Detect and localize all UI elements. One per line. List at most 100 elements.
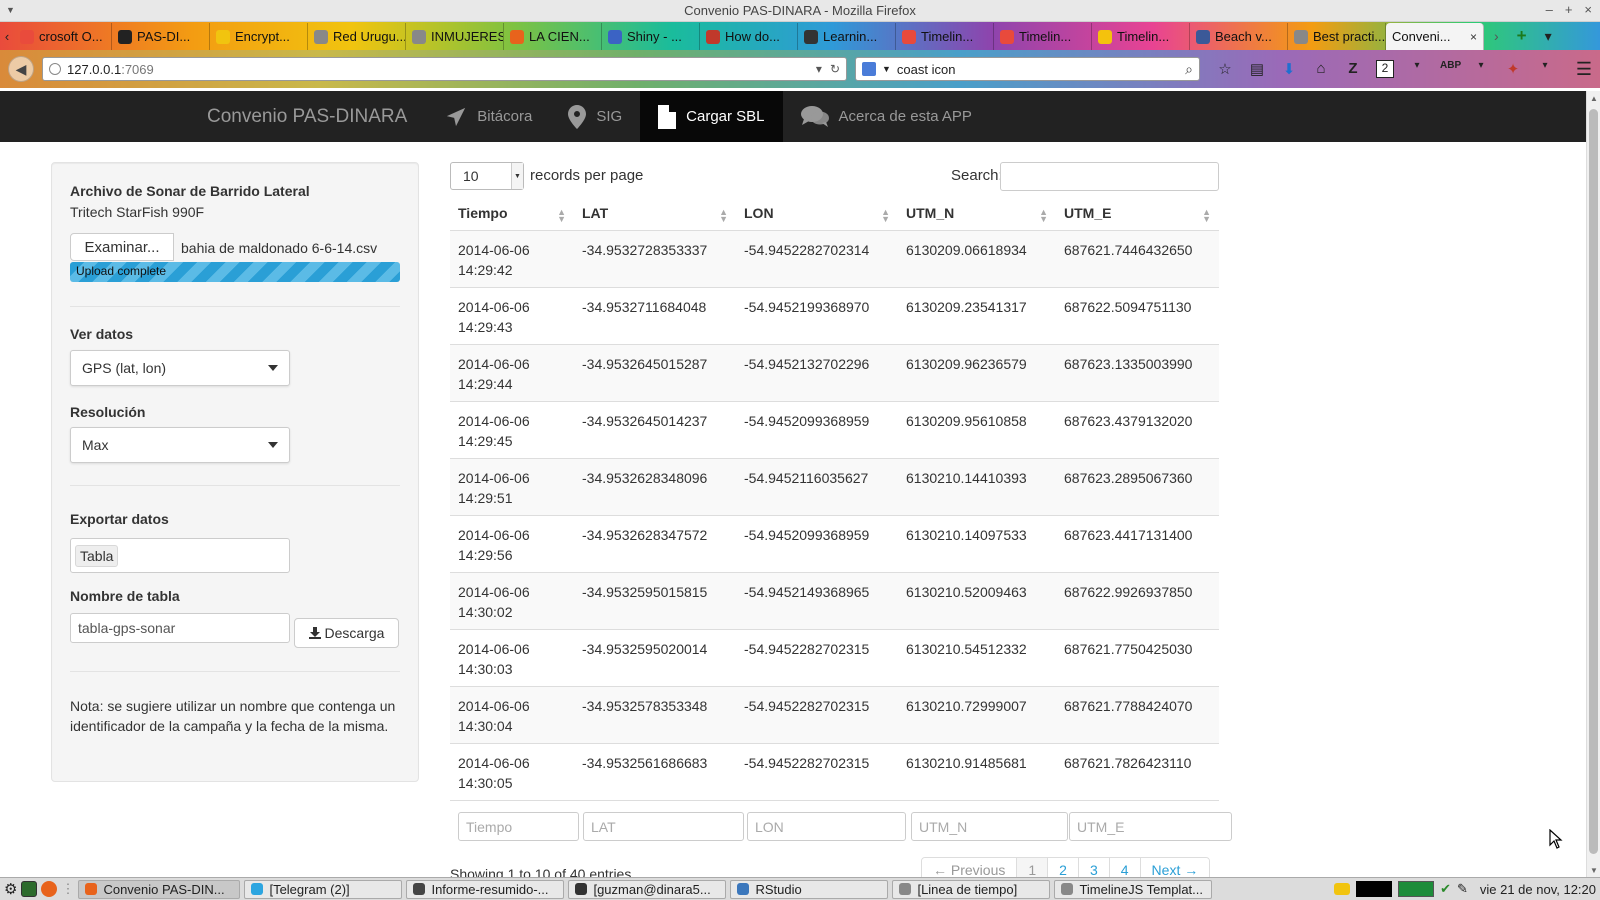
zotero-icon[interactable]: Z — [1344, 60, 1362, 78]
tab-active[interactable]: Conveni... × — [1386, 23, 1484, 50]
browser-tab[interactable]: Timelin... — [896, 23, 994, 50]
table-row[interactable]: 2014-06-06 14:30:04 -34.9532578353348 -54.… — [450, 686, 1219, 744]
column-header[interactable]: Tiempo ▲ ▼ — [450, 197, 574, 231]
column-filter-input[interactable]: Tiempo — [458, 812, 579, 841]
search-engine-dropdown-icon[interactable]: ▼ — [882, 64, 891, 74]
search-icon[interactable]: ⌕ — [1185, 61, 1193, 78]
address-bar[interactable]: 127.0.0.1:7069 ▾ ↻ — [42, 57, 847, 81]
taskbar-task[interactable]: TimelineJS Templat... — [1054, 879, 1213, 899]
tabs-scroll-left-icon[interactable]: ‹ — [0, 22, 14, 50]
tab-favicon-icon — [1196, 29, 1210, 44]
browser-tab[interactable]: LA CIEN... — [504, 23, 602, 50]
table-row[interactable]: 2014-06-06 14:29:43 -34.9532711684048 -54.… — [450, 287, 1219, 345]
browser-tab[interactable]: Best practi... — [1288, 23, 1386, 50]
table-cell: -54.9452099368959 — [736, 401, 898, 459]
taskbar-task[interactable]: Informe-resumido-... — [406, 879, 565, 899]
checkmark-tray-icon[interactable]: ✔ — [1440, 881, 1451, 897]
browser-tab[interactable]: How do... — [700, 23, 798, 50]
back-button[interactable]: ◀ — [8, 56, 34, 82]
search-bar[interactable]: ▼ coast icon ⌕ — [855, 57, 1200, 81]
pen-tray-icon[interactable]: ✎ — [1457, 881, 1468, 897]
column-header[interactable]: LAT ▲ ▼ — [574, 197, 736, 231]
page-scrollbar[interactable]: ▲ ▼ — [1586, 91, 1600, 877]
browser-tab[interactable]: Encrypt... — [210, 23, 308, 50]
downloads-icon[interactable]: ⬇ — [1280, 60, 1298, 78]
home-icon[interactable]: ⌂ — [1312, 60, 1330, 78]
reload-icon[interactable]: ↻ — [830, 62, 840, 76]
bookmark-star-icon[interactable]: ☆ — [1216, 60, 1234, 78]
close-window-icon[interactable]: × — [1584, 2, 1592, 17]
browser-tab[interactable]: INMUJERES... — [406, 23, 504, 50]
column-filter-input[interactable]: UTM_E — [1069, 812, 1232, 841]
search-engine-icon[interactable] — [862, 62, 876, 76]
tab-favicon-icon — [1000, 29, 1014, 44]
app-brand[interactable]: Convenio PAS-DINARA — [0, 91, 427, 142]
column-filter-input[interactable]: LAT — [583, 812, 744, 841]
scrollbar-thumb[interactable] — [1589, 109, 1598, 854]
browse-button[interactable]: Examinar... — [70, 233, 174, 261]
table-row[interactable]: 2014-06-06 14:29:56 -34.9532628347572 -54.… — [450, 515, 1219, 573]
reading-list-icon[interactable]: ▤ — [1248, 60, 1266, 78]
column-header[interactable]: LON ▲ ▼ — [736, 197, 898, 231]
taskbar-task[interactable]: [Linea de tiempo] — [892, 879, 1051, 899]
tab-list-dropdown-icon[interactable]: ▾ — [1545, 28, 1552, 45]
browser-tab[interactable]: Learnin... — [798, 23, 896, 50]
browser-tab[interactable]: Timelin... — [994, 23, 1092, 50]
folder-tray-icon[interactable] — [1334, 883, 1351, 895]
table-row[interactable]: 2014-06-06 14:29:42 -34.9532728353337 -54.… — [450, 230, 1219, 288]
tabs-scroll-right-icon[interactable]: › — [1494, 28, 1499, 44]
maximize-icon[interactable]: + — [1565, 2, 1573, 17]
window-menu-icon[interactable]: ▼ — [6, 5, 15, 15]
new-tab-icon[interactable]: + — [1517, 26, 1527, 46]
nombre-tabla-input[interactable]: tabla-gps-sonar — [70, 613, 290, 643]
browser-tab[interactable]: Shiny - ... — [602, 23, 700, 50]
page-length-select[interactable]: 10 ▼ — [450, 162, 524, 190]
taskbar-task[interactable]: RStudio — [730, 879, 889, 899]
adblock-icon[interactable]: ABP — [1440, 60, 1461, 78]
table-row[interactable]: 2014-06-06 14:29:44 -34.9532645015287 -54.… — [450, 344, 1219, 402]
site-identity-icon[interactable] — [49, 63, 61, 75]
browser-tab[interactable]: PAS-DI... — [112, 23, 210, 50]
table-row[interactable]: 2014-06-06 14:29:45 -34.9532645014237 -54.… — [450, 401, 1219, 459]
menu-icon[interactable]: ☰ — [1576, 59, 1592, 80]
browser-tab[interactable]: Timelin... — [1092, 23, 1190, 50]
resolucion-select[interactable]: Max — [70, 427, 290, 463]
column-filter-input[interactable]: UTM_N — [911, 812, 1068, 841]
browser-tab[interactable]: Beach v... — [1190, 23, 1288, 50]
nav-item-bitacora[interactable]: Bitácora — [427, 91, 550, 142]
nav-item-sig[interactable]: SIG — [550, 91, 640, 142]
taskbar-task[interactable]: [guzman@dinara5... — [568, 879, 727, 899]
addon-dropdown-icon[interactable]: ▾ — [1408, 60, 1426, 78]
url-dropdown-icon[interactable]: ▾ — [816, 62, 822, 76]
minimize-icon[interactable]: – — [1546, 2, 1553, 17]
browser-tab[interactable]: Red Urugu... — [308, 23, 406, 50]
browser-tab[interactable]: crosoft O... — [14, 23, 112, 50]
column-header[interactable]: UTM_E ▲ ▼ — [1056, 197, 1219, 231]
clock[interactable]: vie 21 de nov, 12:20 — [1480, 882, 1596, 897]
exportar-chip[interactable]: Tabla — [75, 544, 119, 567]
terminal-launcher-icon[interactable] — [21, 881, 38, 897]
table-search-input[interactable] — [1000, 162, 1219, 191]
table-row[interactable]: 2014-06-06 14:30:02 -34.9532595015815 -54.… — [450, 572, 1219, 630]
firefox-launcher-icon[interactable] — [41, 881, 58, 897]
ver-datos-select[interactable]: GPS (lat, lon) — [70, 350, 290, 386]
nav-item-cargar-sbl[interactable]: Cargar SBL — [640, 91, 783, 142]
exportar-select[interactable]: Tabla — [70, 538, 290, 573]
close-tab-icon[interactable]: × — [1470, 30, 1477, 44]
extension-icon[interactable]: ✦ — [1504, 60, 1522, 78]
table-row[interactable]: 2014-06-06 14:30:05 -34.9532561686683 -54.… — [450, 743, 1219, 801]
adblock-dropdown-icon[interactable]: ▾ — [1472, 60, 1490, 78]
nav-item-acerca[interactable]: Acerca de esta APP — [783, 91, 990, 142]
extension-dropdown-icon[interactable]: ▾ — [1536, 60, 1554, 78]
download-button[interactable]: Descarga — [294, 618, 399, 648]
column-header[interactable]: UTM_N ▲ ▼ — [898, 197, 1056, 231]
column-filter-input[interactable]: LON — [747, 812, 906, 841]
taskbar-task[interactable]: [Telegram (2)] — [244, 879, 403, 899]
scroll-up-icon[interactable]: ▲ — [1590, 94, 1598, 103]
table-row[interactable]: 2014-06-06 14:30:03 -34.9532595020014 -54.… — [450, 629, 1219, 687]
scroll-down-icon[interactable]: ▼ — [1590, 866, 1598, 875]
badge-count[interactable]: 2 — [1376, 60, 1394, 78]
taskbar-task[interactable]: Convenio PAS-DIN... — [78, 879, 241, 899]
table-row[interactable]: 2014-06-06 14:29:51 -34.9532628348096 -54.… — [450, 458, 1219, 516]
settings-gear-icon[interactable]: ⚙ — [4, 880, 17, 898]
